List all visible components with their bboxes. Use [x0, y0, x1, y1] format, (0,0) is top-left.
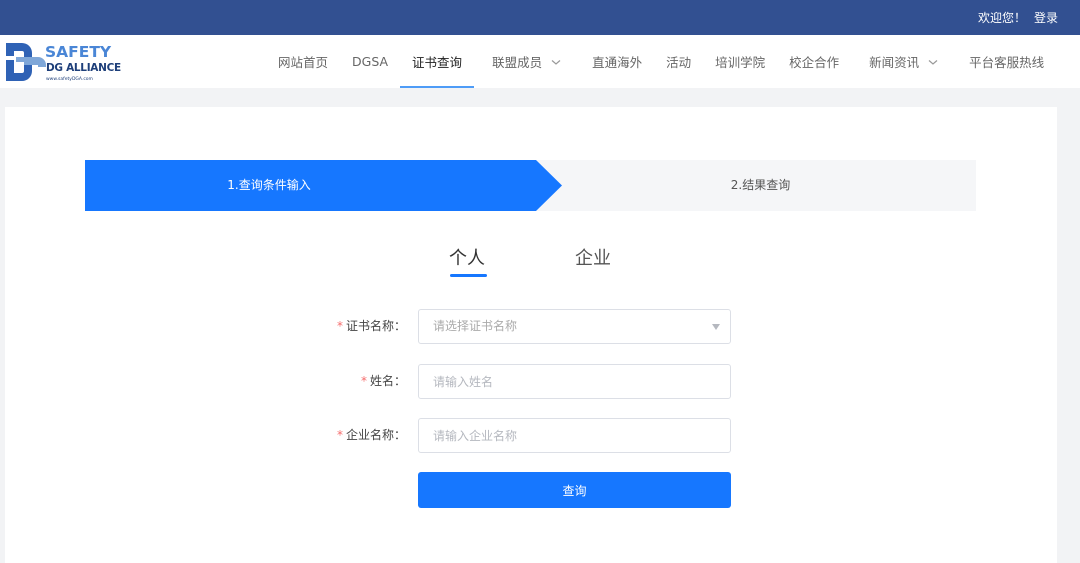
- cert-name-placeholder: 请选择证书名称: [433, 319, 518, 333]
- nav-item-label: 培训学院: [715, 55, 766, 70]
- nav-item-events[interactable]: 活动: [654, 35, 703, 88]
- form-row-person-name: * 姓名：: [5, 364, 1057, 399]
- logo-text-safety: SAFETY: [45, 43, 112, 61]
- query-type-tabs: 个人 企业: [5, 244, 1057, 280]
- tab-company[interactable]: 企业: [575, 244, 611, 270]
- nav-item-home[interactable]: 网站首页: [266, 35, 340, 88]
- company-name-label: * 企业名称：: [337, 418, 406, 453]
- form-row-company-name: * 企业名称：: [5, 418, 1057, 453]
- nav-item-hotline[interactable]: 平台客服热线: [957, 35, 1056, 88]
- nav-item-label: 活动: [666, 55, 692, 70]
- nav-item-overseas[interactable]: 直通海外: [580, 35, 654, 88]
- person-name-label-text: 姓名：: [369, 374, 406, 388]
- nav-item-news[interactable]: 新闻资讯: [851, 35, 957, 88]
- logo-url: www.safetyDGA.com: [46, 76, 93, 82]
- nav-item-dgsa[interactable]: DGSA: [340, 35, 400, 88]
- nav-item-certificate-query[interactable]: 证书查询: [400, 35, 475, 88]
- nav-item-members[interactable]: 联盟成员: [474, 35, 580, 88]
- site-logo[interactable]: SAFETY DG ALLIANCE www.safetyDGA.com: [4, 40, 126, 84]
- nav-item-label: 证书查询: [412, 55, 463, 70]
- tab-personal[interactable]: 个人: [449, 244, 485, 270]
- step-2-label: 2.结果查询: [730, 178, 791, 192]
- query-button[interactable]: 查询: [418, 472, 731, 508]
- cert-name-select[interactable]: 请选择证书名称: [418, 309, 731, 344]
- nav-item-label: DGSA: [352, 54, 389, 69]
- form-row-cert-name: * 证书名称： 请选择证书名称: [5, 309, 1057, 344]
- company-name-label-text: 企业名称：: [345, 428, 406, 442]
- step-1-label: 1.查询条件输入: [227, 178, 311, 192]
- main-navbar: SAFETY DG ALLIANCE www.safetyDGA.com 网站首…: [0, 35, 1080, 88]
- login-link[interactable]: 登录: [1034, 9, 1058, 26]
- caret-down-icon: [712, 324, 720, 330]
- tab-active-indicator: [450, 274, 487, 277]
- top-bar: 欢迎您！ 登录: [0, 0, 1080, 35]
- nav-item-label: 联盟成员: [492, 55, 543, 70]
- required-mark: *: [336, 428, 343, 442]
- logo-text-alliance: DG ALLIANCE: [46, 62, 121, 74]
- nav-item-label: 新闻资讯: [869, 55, 920, 70]
- cert-name-label-text: 证书名称：: [345, 319, 406, 333]
- chevron-down-icon: [551, 59, 561, 65]
- person-name-label: * 姓名：: [361, 364, 406, 399]
- nav-item-label: 平台客服热线: [969, 55, 1045, 70]
- nav-item-label: 直通海外: [592, 55, 643, 70]
- nav-item-training[interactable]: 培训学院: [703, 35, 777, 88]
- required-mark: *: [360, 374, 367, 388]
- cert-name-label: * 证书名称：: [337, 309, 406, 344]
- query-card: 1.查询条件输入 2.结果查询 个人 企业 * 证书名称： 请选择证书名称 * 姓名…: [5, 107, 1057, 563]
- step-indicator: 1.查询条件输入 2.结果查询: [85, 160, 976, 211]
- person-name-input[interactable]: [418, 364, 731, 399]
- nav-item-label: 校企合作: [789, 55, 840, 70]
- welcome-text: 欢迎您！: [977, 11, 1026, 25]
- nav-item-label: 网站首页: [278, 55, 329, 70]
- nav-item-cooperation[interactable]: 校企合作: [777, 35, 851, 88]
- chevron-down-icon: [928, 59, 938, 65]
- required-mark: *: [336, 319, 343, 333]
- company-name-input[interactable]: [418, 418, 731, 453]
- nav-menu: 网站首页 DGSA 证书查询 联盟成员 直通海外 活动 培训学院 校企合作 新闻…: [266, 35, 1056, 88]
